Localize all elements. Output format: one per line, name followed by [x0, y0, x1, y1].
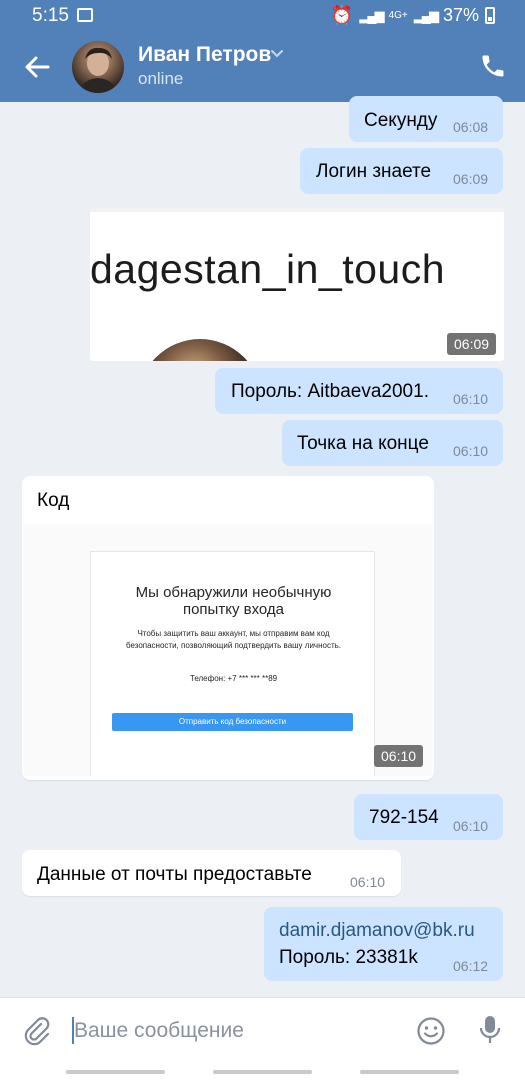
message-bubble-outgoing[interactable]: Логин знаете 06:09	[300, 148, 503, 194]
message-bubble-outgoing[interactable]: damir.djamanov@bk.ru Пороль: 23381k 06:1…	[264, 907, 503, 981]
message-time: 06:10	[350, 874, 386, 890]
photo-edge	[90, 208, 504, 212]
send-security-code-button: Отправить код безопасности	[112, 713, 353, 731]
battery-percent: 37%	[442, 5, 479, 25]
message-time: 06:10	[453, 443, 489, 459]
alarm-icon: ⏰	[330, 5, 354, 25]
screenshot-attachment[interactable]: Мы обнаружили необычную попытку входа Чт…	[24, 524, 432, 776]
back-arrow-icon[interactable]	[20, 50, 54, 84]
network-type: 4G+	[388, 10, 408, 21]
nav-back-button[interactable]	[360, 1070, 459, 1074]
message-text: Точка на конце	[297, 433, 429, 454]
message-bubble-outgoing[interactable]: Секунду 06:08	[349, 96, 503, 142]
message-text: Пороль: 23381k	[279, 947, 418, 968]
status-time: 5:15	[32, 5, 69, 26]
message-text: 792-154	[369, 807, 439, 828]
contact-avatar[interactable]	[72, 41, 124, 93]
message-bubble-outgoing[interactable]: Точка на конце 06:10	[282, 420, 503, 466]
message-bubble-incoming[interactable]: Данные от почты предоставьте 06:10	[22, 850, 401, 896]
nav-recent-button[interactable]	[66, 1070, 165, 1074]
message-text: Данные от почты предоставьте	[37, 864, 312, 885]
notice-phone: Телефон: +7 *** *** **89	[189, 674, 278, 683]
message-time: 06:08	[453, 119, 489, 135]
email-link[interactable]: damir.djamanov@bk.ru	[279, 920, 475, 942]
message-bubble-outgoing[interactable]: 792-154 06:10	[354, 794, 503, 840]
message-time: 06:12	[453, 958, 489, 974]
status-bar: 5:15 ⏰ ▂▄▆ 4G+ ▂▄▆ 37%	[0, 0, 525, 34]
nav-home-button[interactable]	[213, 1070, 312, 1074]
photo-time-chip: 06:09	[447, 333, 497, 355]
status-indicators: ⏰ ▂▄▆ 4G+ ▂▄▆ 37%	[331, 5, 495, 26]
notice-title: Мы обнаружили необычную попытку входа	[135, 584, 332, 618]
paperclip-icon[interactable]	[22, 1016, 52, 1046]
chevron-down-icon[interactable]	[270, 47, 284, 61]
message-input[interactable]	[74, 1014, 374, 1048]
contact-name[interactable]: Иван Петров	[138, 43, 271, 67]
message-time: 06:09	[453, 171, 489, 187]
message-time: 06:10	[453, 391, 489, 407]
photo-profile-picture	[138, 339, 262, 361]
microphone-icon[interactable]	[477, 1014, 503, 1046]
message-text: Секунду	[364, 110, 438, 131]
system-nav-bar	[0, 1066, 525, 1080]
chat-header: 5:15 ⏰ ▂▄▆ 4G+ ▂▄▆ 37% Иван Петров onlin…	[0, 0, 525, 102]
emoji-icon[interactable]	[416, 1016, 446, 1046]
phone-call-icon[interactable]	[479, 52, 507, 80]
message-text: Пороль: Aitbaeva2001.	[231, 381, 429, 402]
signal-icon-2: ▂▄▆	[413, 7, 439, 23]
contact-status: online	[138, 69, 184, 88]
message-text: Логин знаете	[316, 161, 432, 182]
photo-attachment[interactable]: dagestan_in_touch 06:09	[90, 208, 504, 361]
message-time: 06:10	[453, 818, 489, 834]
photo-username-text: dagestan_in_touch	[90, 246, 446, 292]
signal-icon: ▂▄▆	[359, 7, 384, 23]
message-text: Код	[37, 490, 70, 511]
security-notice-card: Мы обнаружили необычную попытку входа Чт…	[90, 551, 375, 776]
gallery-notification-icon	[77, 8, 93, 22]
notice-description: Чтобы защитить ваш аккаунт, мы отправим …	[125, 629, 342, 650]
message-bubble-outgoing[interactable]: Пороль: Aitbaeva2001. 06:10	[215, 368, 503, 414]
photo-time-chip: 06:10	[374, 745, 424, 767]
battery-icon	[485, 7, 495, 24]
